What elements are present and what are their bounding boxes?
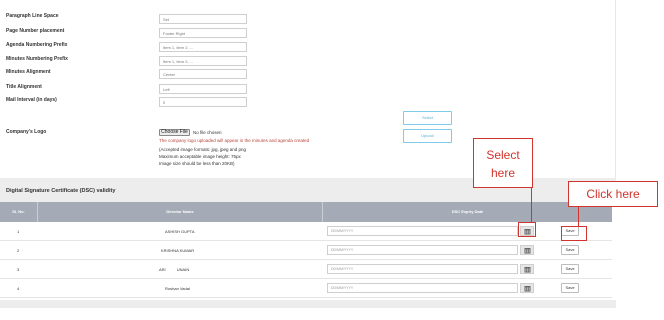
- mail-interval-input[interactable]: 0: [159, 97, 247, 107]
- save-button[interactable]: Save: [561, 283, 579, 293]
- table-row: 2 KRISHNA KUMAR DD/MM/YYYY Save: [0, 241, 612, 260]
- sl-no-cell: 2: [17, 248, 20, 253]
- table-row: 3 ARI UNAIN DD/MM/YYYY Save: [0, 260, 612, 279]
- director-name-header: Director Name: [38, 202, 323, 222]
- choose-file-button[interactable]: Choose File: [159, 129, 190, 136]
- agenda-numbering-prefix-select[interactable]: Item 1, Item 2, ...: [159, 42, 247, 52]
- calendar-icon: [524, 286, 531, 292]
- director-name-cell: ASHISH GUPTA: [165, 229, 195, 234]
- click-here-callout: Click here: [568, 181, 658, 207]
- click-here-pointer: [578, 207, 579, 226]
- paragraph-line-space-input[interactable]: Set: [159, 14, 247, 24]
- select-here-callout: Select here: [473, 138, 533, 188]
- calendar-button[interactable]: [520, 264, 534, 274]
- expiry-date-input[interactable]: DD/MM/YYYY: [327, 226, 518, 236]
- calendar-icon: [524, 248, 531, 254]
- image-size-note: Image size should be less than 20KB): [159, 161, 235, 166]
- minutes-alignment-select[interactable]: Center: [159, 69, 247, 79]
- director-name-cell: ARI UNAIN: [159, 267, 190, 272]
- minutes-alignment-label: Minutes Alignment: [6, 69, 51, 75]
- table-row: 4 Roshan Vadal DD/MM/YYYY Save: [0, 279, 612, 298]
- expiry-date-input[interactable]: DD/MM/YYYY: [327, 264, 518, 274]
- minutes-numbering-prefix-select[interactable]: Item 1, Item 2, ...: [159, 56, 247, 66]
- calendar-button[interactable]: [520, 283, 534, 293]
- dsc-section-title: Digital Signature Certificate (DSC) vali…: [6, 188, 116, 194]
- save-button[interactable]: Save: [561, 264, 579, 274]
- save-button[interactable]: Save: [561, 245, 579, 255]
- page-number-placement-select[interactable]: Footer Right: [159, 28, 247, 38]
- calendar-icon: [524, 267, 531, 273]
- expiry-date-input[interactable]: DD/MM/YYYY: [327, 245, 518, 255]
- calendar-highlight-box: [518, 222, 536, 237]
- upload-button[interactable]: Upload: [403, 129, 452, 143]
- title-alignment-label: Title Alignment: [6, 84, 42, 90]
- expiry-date-input[interactable]: DD/MM/YYYY: [327, 283, 518, 293]
- image-height-note: Maximum acceptable image height: 75px: [159, 154, 241, 159]
- sl-no-cell: 3: [17, 267, 20, 272]
- director-name-cell: Roshan Vadal: [165, 286, 190, 291]
- image-format-note: (Accepted image formats: jpg, jpeg and p…: [159, 147, 247, 152]
- page-number-placement-label: Page Number placement: [6, 28, 65, 34]
- file-status-text: No file chosen: [193, 130, 222, 135]
- director-name-cell: KRISHNA KUMAR: [161, 248, 195, 253]
- select-here-pointer: [531, 188, 532, 222]
- paragraph-line-space-label: Paragraph Line Space: [6, 13, 59, 19]
- mail-interval-label: Mail Interval (in days): [6, 97, 57, 103]
- minutes-numbering-prefix-label: Minutes Numbering Prefix: [6, 56, 68, 62]
- company-logo-label: Company's Logo: [6, 129, 47, 135]
- calendar-button[interactable]: [520, 245, 534, 255]
- dsc-table-header: Sl. No. Director Name DSC Expiry Date: [0, 202, 612, 222]
- save-highlight-box: [561, 226, 587, 241]
- agenda-numbering-prefix-label: Agenda Numbering Prefix: [6, 42, 68, 48]
- sl-no-cell: 1: [17, 229, 20, 234]
- title-alignment-select[interactable]: Left: [159, 84, 247, 94]
- dsc-table: Sl. No. Director Name DSC Expiry Date 1 …: [0, 202, 616, 300]
- select-button[interactable]: Select: [403, 111, 452, 125]
- sl-no-cell: 4: [17, 286, 20, 291]
- logo-note: The company logo uploaded will appear in…: [159, 138, 310, 143]
- sl-no-header: Sl. No.: [0, 202, 38, 222]
